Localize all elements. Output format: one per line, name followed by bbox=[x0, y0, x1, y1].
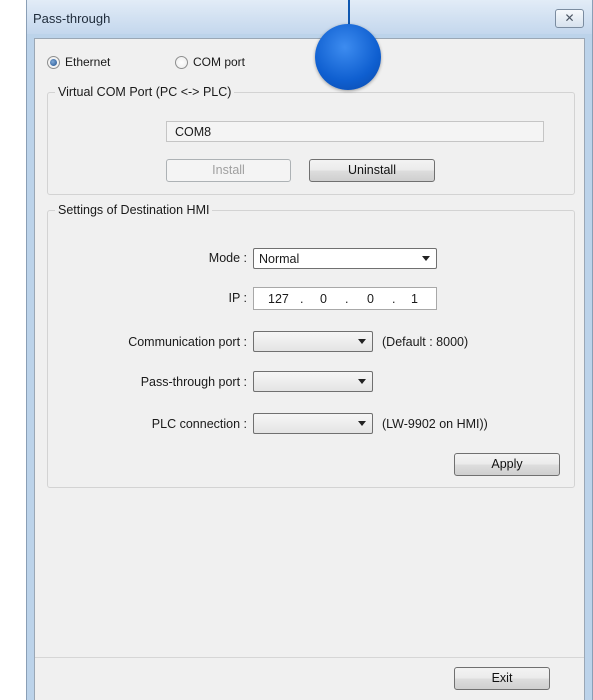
communication-port-default-note: (Default : 8000) bbox=[382, 335, 469, 349]
title-bar[interactable]: Pass-through ✕ bbox=[27, 0, 592, 34]
footer-divider bbox=[35, 657, 584, 658]
close-button[interactable]: ✕ bbox=[555, 9, 584, 28]
exit-button[interactable]: Exit bbox=[454, 667, 550, 690]
ip-octet-3[interactable]: 0 bbox=[367, 292, 374, 306]
window-title: Pass-through bbox=[33, 11, 111, 26]
chevron-down-icon bbox=[422, 256, 430, 261]
ip-address-field[interactable]: 127 . 0 . 0 . 1 bbox=[253, 287, 437, 310]
com-port-radio[interactable] bbox=[175, 55, 188, 69]
plc-connection-note: (LW-9902 on HMI)) bbox=[382, 417, 488, 431]
mode-label: Mode : bbox=[208, 251, 247, 265]
install-button[interactable]: Install bbox=[166, 159, 291, 182]
close-icon: ✕ bbox=[564, 11, 575, 25]
com-port-radio-option[interactable]: COM port bbox=[175, 55, 245, 69]
ip-dot-3: . bbox=[392, 292, 396, 306]
ethernet-radio-option[interactable]: Ethernet bbox=[47, 55, 110, 69]
pass-through-port-select[interactable] bbox=[253, 371, 373, 392]
dialog-body: Ethernet COM port Virtual COM Port (PC <… bbox=[34, 38, 585, 700]
ip-label: IP : bbox=[228, 291, 247, 305]
pass-through-port-label: Pass-through port : bbox=[140, 375, 247, 389]
ip-octet-4[interactable]: 1 bbox=[411, 292, 418, 306]
virtual-com-legend: Virtual COM Port (PC <-> PLC) bbox=[58, 85, 232, 99]
mode-select-value: Normal bbox=[259, 252, 300, 266]
communication-port-select[interactable] bbox=[253, 331, 373, 352]
destination-hmi-legend: Settings of Destination HMI bbox=[58, 203, 210, 217]
mode-select[interactable]: Normal bbox=[253, 248, 437, 269]
chevron-down-icon bbox=[358, 339, 366, 344]
uninstall-button[interactable]: Uninstall bbox=[309, 159, 435, 182]
ip-dot-2: . bbox=[345, 292, 349, 306]
apply-button[interactable]: Apply bbox=[454, 453, 560, 476]
ip-octet-2[interactable]: 0 bbox=[320, 292, 327, 306]
plc-connection-label: PLC connection : bbox=[151, 417, 247, 431]
ethernet-radio[interactable] bbox=[47, 55, 60, 69]
com-port-display: COM8 bbox=[166, 121, 544, 142]
com-port-label: COM port bbox=[193, 55, 246, 69]
pointer-marker-dot bbox=[315, 24, 381, 90]
communication-port-label: Communication port : bbox=[128, 335, 247, 349]
plc-connection-select[interactable] bbox=[253, 413, 373, 434]
chevron-down-icon bbox=[358, 379, 366, 384]
ethernet-label: Ethernet bbox=[65, 55, 111, 69]
pass-through-dialog: Pass-through ✕ Ethernet COM port Virtual… bbox=[26, 0, 593, 700]
chevron-down-icon bbox=[358, 421, 366, 426]
ip-dot-1: . bbox=[300, 292, 304, 306]
ip-octet-1[interactable]: 127 bbox=[268, 292, 289, 306]
